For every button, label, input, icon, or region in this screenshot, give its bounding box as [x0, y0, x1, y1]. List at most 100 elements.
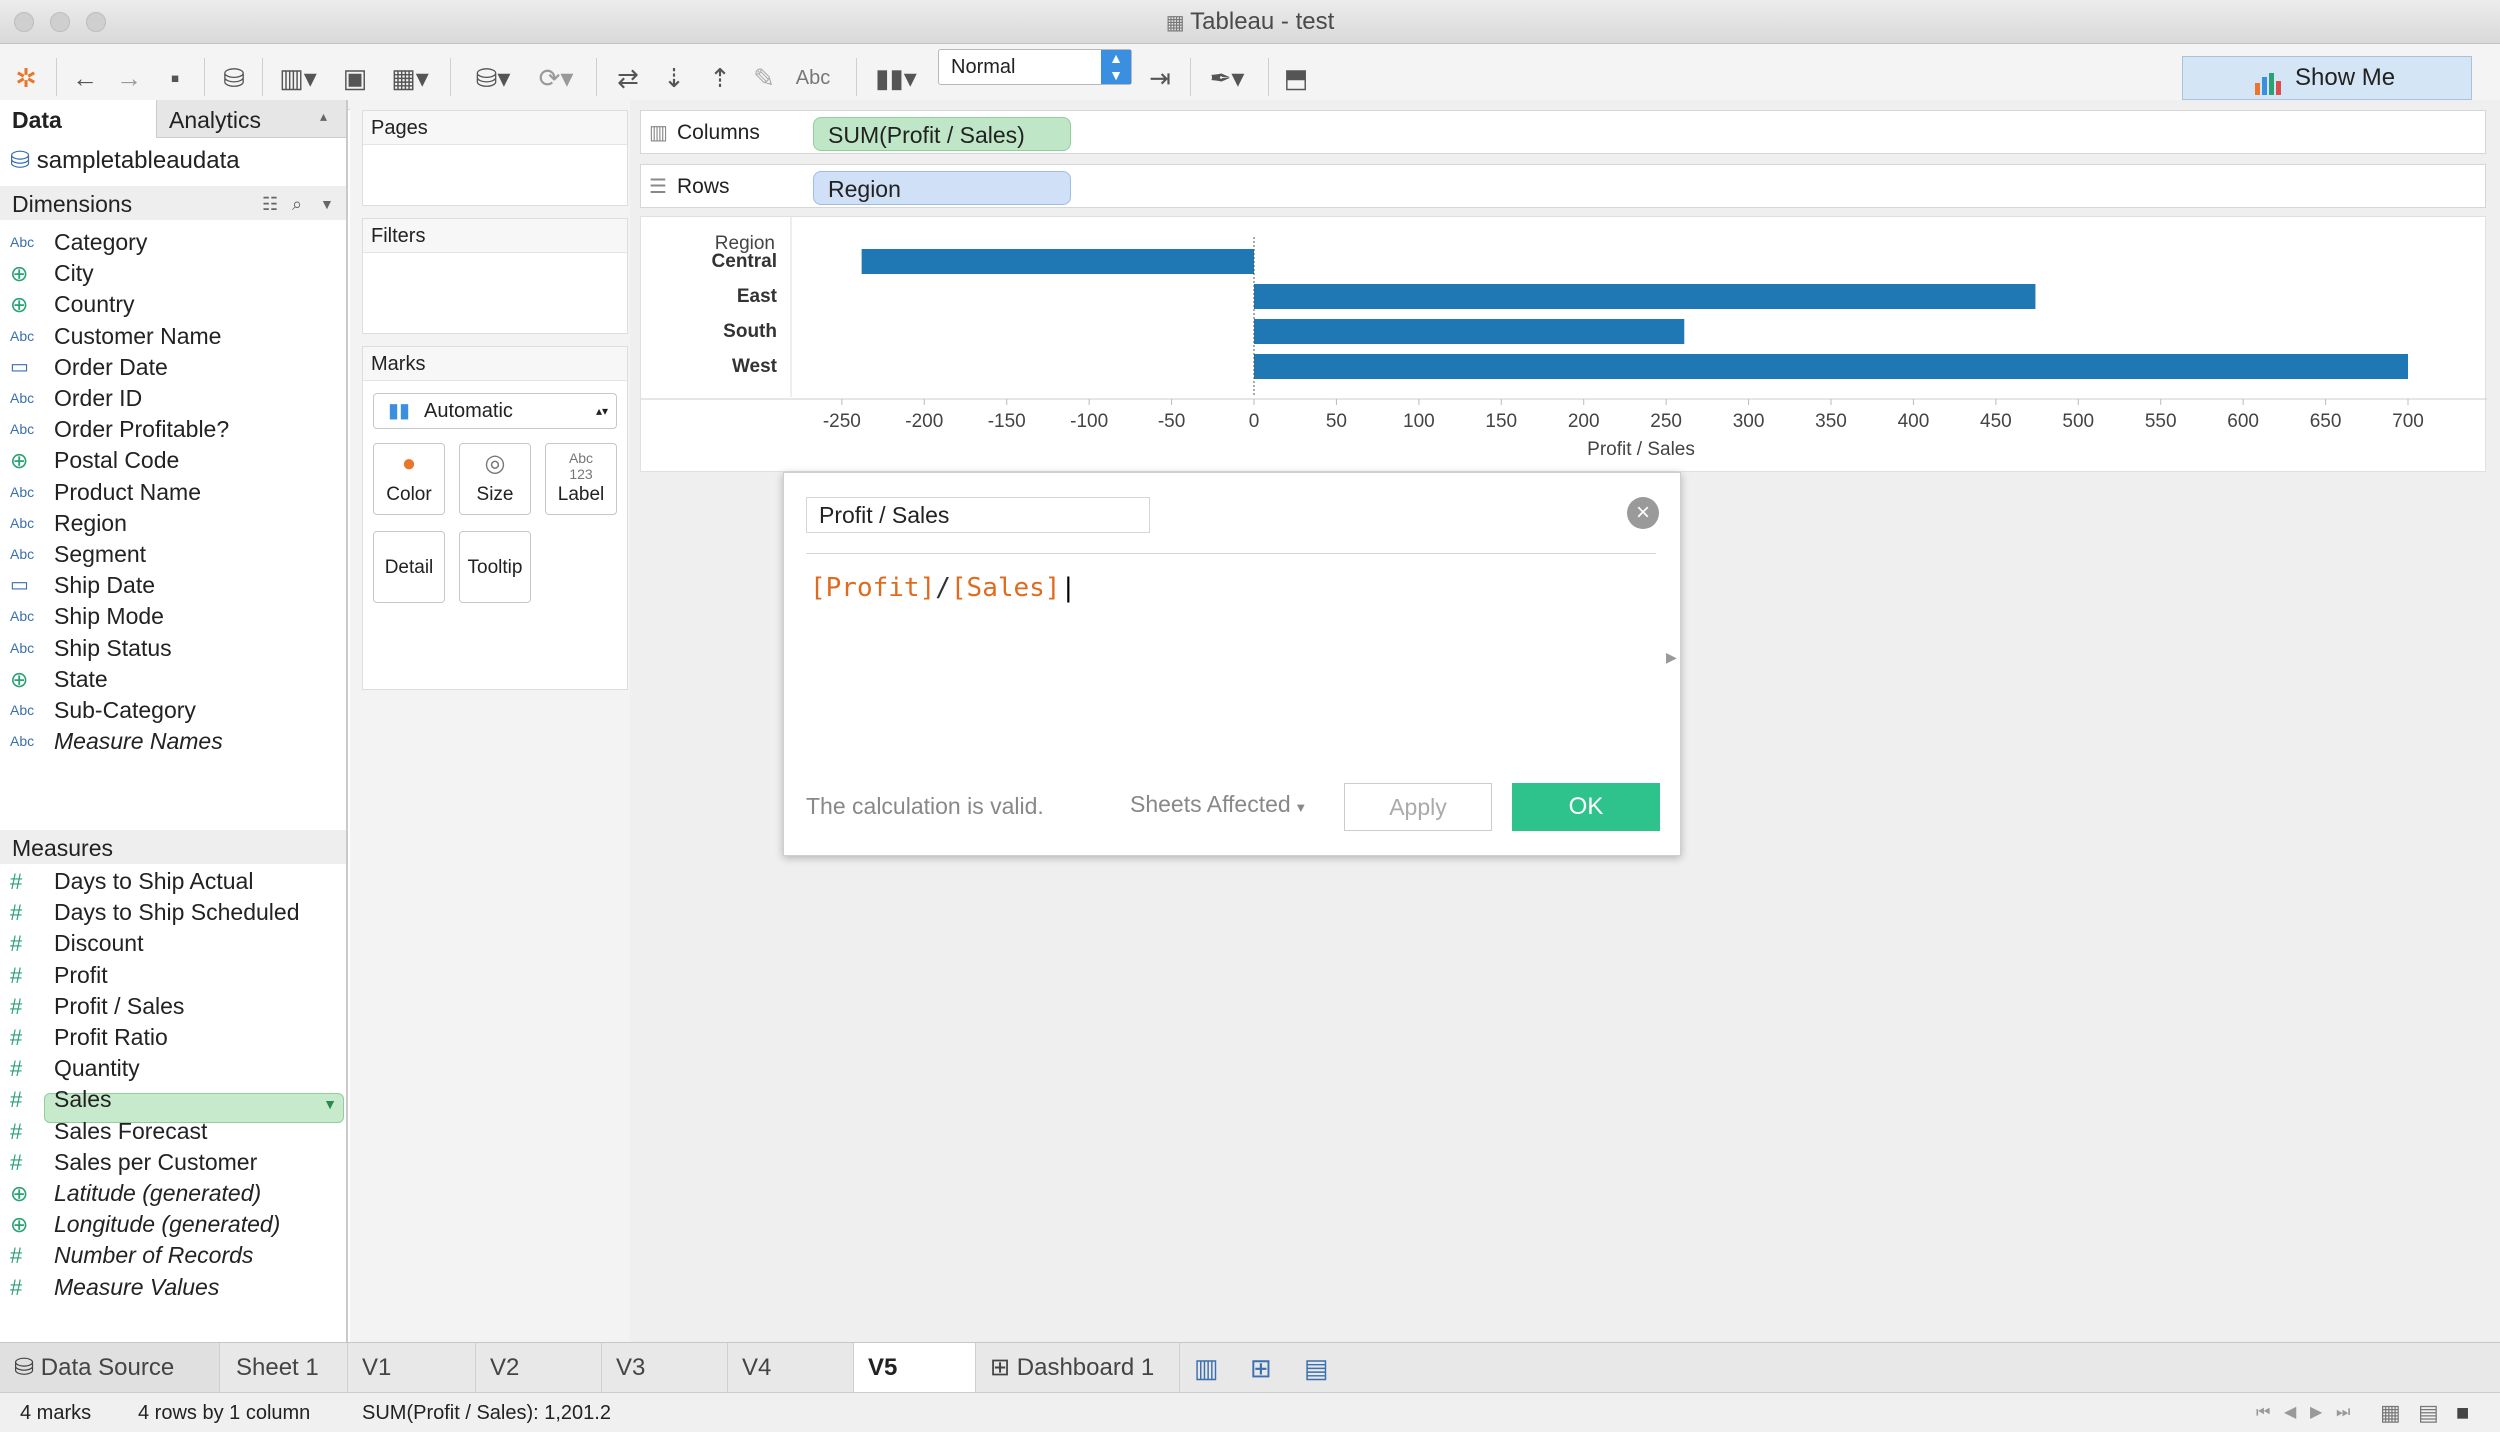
grid-view-icon[interactable]: ▦ [2380, 1393, 2401, 1433]
tab-sheet-1[interactable]: Sheet 1 [222, 1343, 348, 1393]
close-dialog-icon[interactable]: × [1627, 497, 1659, 529]
color-button[interactable]: ● Color [373, 443, 445, 515]
field-item[interactable]: Abc Order ID [0, 383, 346, 414]
show-mark-labels-icon[interactable]: Abc [788, 62, 838, 94]
sort-descending-icon[interactable]: ⇡ [702, 62, 738, 94]
new-story-tab-icon[interactable]: ▤ [1304, 1353, 1329, 1384]
field-item[interactable]: # Profit [0, 960, 346, 991]
tab-analytics[interactable]: Analytics [156, 100, 346, 138]
field-item[interactable]: ⊕ Longitude (generated) [0, 1209, 346, 1240]
field-label: Sales Forecast [54, 1117, 208, 1144]
field-item[interactable]: Abc Product Name [0, 477, 346, 508]
fit-dropdown[interactable]: Normal ▲ ▼ [938, 49, 1132, 85]
rows-pill[interactable]: Region [813, 171, 1071, 205]
tab-v1[interactable]: V1 [348, 1343, 476, 1393]
new-worksheet-icon[interactable]: ▥▾ [272, 62, 324, 94]
size-button[interactable]: ◎ Size [459, 443, 531, 515]
rows-shelf[interactable]: ☰ Rows Region [640, 164, 2486, 208]
field-item[interactable]: ⊕ City [0, 258, 346, 289]
next-page-icon[interactable]: ▶ [2310, 1393, 2322, 1433]
field-item[interactable]: ⊕ Country [0, 289, 346, 320]
field-item[interactable]: # Days to Ship Scheduled [0, 897, 346, 928]
search-icon[interactable]: ⌕ [292, 186, 302, 222]
pause-updates-icon[interactable]: ⛁▾ [466, 62, 520, 94]
tooltip-button[interactable]: Tooltip [459, 531, 531, 603]
new-worksheet-tab-icon[interactable]: ▥ [1194, 1353, 1219, 1384]
tabs-view-icon[interactable]: ■ [2456, 1393, 2469, 1433]
tab-v2[interactable]: V2 [476, 1343, 602, 1393]
field-item[interactable]: Abc Measure Names [0, 726, 346, 757]
format-brush-icon[interactable]: ✒▾ [1200, 62, 1254, 94]
tab-v3[interactable]: V3 [602, 1343, 728, 1393]
calculation-name-field[interactable]: Profit / Sales [806, 497, 1150, 533]
field-item[interactable]: # Sales per Customer [0, 1147, 346, 1178]
field-item[interactable]: # Discount [0, 928, 346, 959]
mark-type-dropdown[interactable]: ▮▮ Automatic ▴▾ [373, 393, 617, 429]
field-item[interactable]: # Days to Ship Actual [0, 866, 346, 897]
refresh-icon[interactable]: ⟳▾ [530, 62, 582, 94]
field-item[interactable]: Abc Sub-Category [0, 695, 346, 726]
show-me-button[interactable]: Show Me [2182, 56, 2472, 100]
pages-shelf[interactable]: Pages [362, 110, 628, 206]
tab-dashboard-1[interactable]: ⊞ Dashboard 1 [976, 1343, 1180, 1393]
panel-menu-icon[interactable]: ▴ [320, 108, 327, 125]
view-list-icon[interactable]: ☷ [262, 186, 278, 222]
detail-button[interactable]: Detail [373, 531, 445, 603]
new-dashboard-tab-icon[interactable]: ⊞ [1250, 1353, 1272, 1384]
field-item[interactable]: # Quantity [0, 1053, 346, 1084]
columns-shelf[interactable]: ▥ Columns SUM(Profit / Sales) [640, 110, 2486, 154]
field-item[interactable]: # Profit Ratio [0, 1022, 346, 1053]
swap-rows-columns-icon[interactable]: ⇄ [610, 62, 646, 94]
dimensions-menu-icon[interactable]: ▼ [320, 186, 334, 222]
apply-button[interactable]: Apply [1344, 783, 1492, 831]
sheets-affected-dropdown[interactable]: Sheets Affected ▼ [1130, 791, 1307, 818]
field-item[interactable]: # Sales Forecast [0, 1116, 346, 1147]
duplicate-sheet-icon[interactable]: ▣ [340, 62, 370, 94]
filters-shelf[interactable]: Filters [362, 218, 628, 334]
filmstrip-view-icon[interactable]: ▤ [2418, 1393, 2439, 1433]
new-data-source-icon[interactable]: ⛁ [216, 62, 252, 94]
data-source-item[interactable]: ⛁ sampletableaudata [10, 146, 240, 175]
tableau-logo-icon[interactable]: ✲ [10, 62, 42, 94]
expand-functions-icon[interactable]: ▶ [1666, 649, 1677, 666]
field-item[interactable]: Abc Region [0, 508, 346, 539]
first-page-icon[interactable]: ⏮ [2256, 1393, 2270, 1433]
save-icon[interactable]: ▪ [158, 62, 192, 94]
label-button[interactable]: Abc 123 Label [545, 443, 617, 515]
field-item[interactable]: # Number of Records [0, 1240, 346, 1271]
field-item[interactable]: Abc Category [0, 227, 346, 258]
field-item[interactable]: ▭ Order Date [0, 352, 346, 383]
field-item[interactable]: Abc Ship Status [0, 633, 346, 664]
previous-page-icon[interactable]: ◀ [2284, 1393, 2296, 1433]
field-item[interactable]: Abc Segment [0, 539, 346, 570]
formula-editor[interactable]: [Profit]/[Sales]| [810, 573, 1076, 603]
ok-button[interactable]: OK [1512, 783, 1660, 831]
sort-ascending-icon[interactable]: ⇣ [656, 62, 692, 94]
field-item[interactable]: # Measure Values [0, 1272, 346, 1303]
tab-v4[interactable]: V4 [728, 1343, 854, 1393]
data-source-tab[interactable]: ⛁ Data Source [0, 1343, 220, 1393]
number-type-icon: # [10, 1149, 23, 1175]
fix-axes-icon[interactable]: ⇥ [1142, 62, 1178, 94]
field-label: Country [54, 291, 135, 318]
string-type-icon: Abc [10, 639, 35, 656]
field-item[interactable]: ⊕ State [0, 664, 346, 695]
clear-sheet-icon[interactable]: ▦▾ [384, 62, 436, 94]
columns-pill[interactable]: SUM(Profit / Sales) [813, 117, 1071, 151]
field-item[interactable]: ⊕ Postal Code [0, 445, 346, 476]
tab-data[interactable]: Data [0, 100, 156, 138]
field-item[interactable]: # Sales [0, 1084, 346, 1115]
field-item[interactable]: Abc Customer Name [0, 321, 346, 352]
field-item[interactable]: # Profit / Sales [0, 991, 346, 1022]
presentation-mode-icon[interactable]: ⬒ [1278, 62, 1314, 94]
highlight-icon[interactable]: ✎ [746, 62, 782, 94]
undo-icon[interactable]: ← [68, 62, 102, 94]
fit-chart-icon[interactable]: ▮▮▾ [868, 62, 924, 94]
last-page-icon[interactable]: ⏭ [2336, 1393, 2350, 1433]
tab-v5[interactable]: V5 [854, 1343, 976, 1393]
field-item[interactable]: Abc Ship Mode [0, 601, 346, 632]
field-item[interactable]: Abc Order Profitable? [0, 414, 346, 445]
redo-icon[interactable]: → [112, 62, 146, 94]
field-item[interactable]: ⊕ Latitude (generated) [0, 1178, 346, 1209]
field-item[interactable]: ▭ Ship Date [0, 570, 346, 601]
